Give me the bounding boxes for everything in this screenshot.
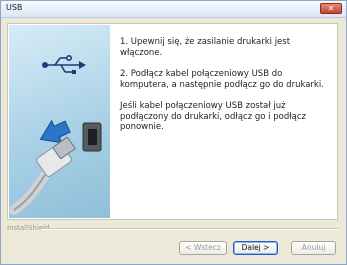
next-button[interactable]: Dalej > xyxy=(233,241,278,255)
back-button[interactable]: < Wstecz xyxy=(179,241,227,255)
content-panel: 1. Upewnij się, że zasilanie drukarki je… xyxy=(7,23,338,220)
cancel-button[interactable]: Anuluj xyxy=(291,241,336,255)
usb-connector-icon xyxy=(9,136,76,215)
footer-divider xyxy=(41,228,339,230)
instruction-step-2: 2. Podłącz kabel połączeniowy USB do kom… xyxy=(120,69,324,90)
close-button[interactable]: ✕ xyxy=(320,3,342,14)
usb-illustration-graphic xyxy=(9,54,102,215)
usb-symbol-icon xyxy=(42,54,86,74)
instruction-step-1: 1. Upewnij się, że zasilanie drukarki je… xyxy=(120,37,291,58)
window-title: USB xyxy=(6,3,23,12)
instruction-note: Jeśli kabel połączeniowy USB został już … xyxy=(120,101,306,132)
setup-dialog: USB ✕ 1. Upewnij się, że zasilanie druka… xyxy=(0,0,347,265)
close-icon: ✕ xyxy=(327,4,335,13)
title-bar[interactable]: USB ✕ xyxy=(1,1,346,18)
usb-illustration xyxy=(9,25,110,218)
instructions: 1. Upewnij się, że zasilanie drukarki je… xyxy=(120,37,330,144)
